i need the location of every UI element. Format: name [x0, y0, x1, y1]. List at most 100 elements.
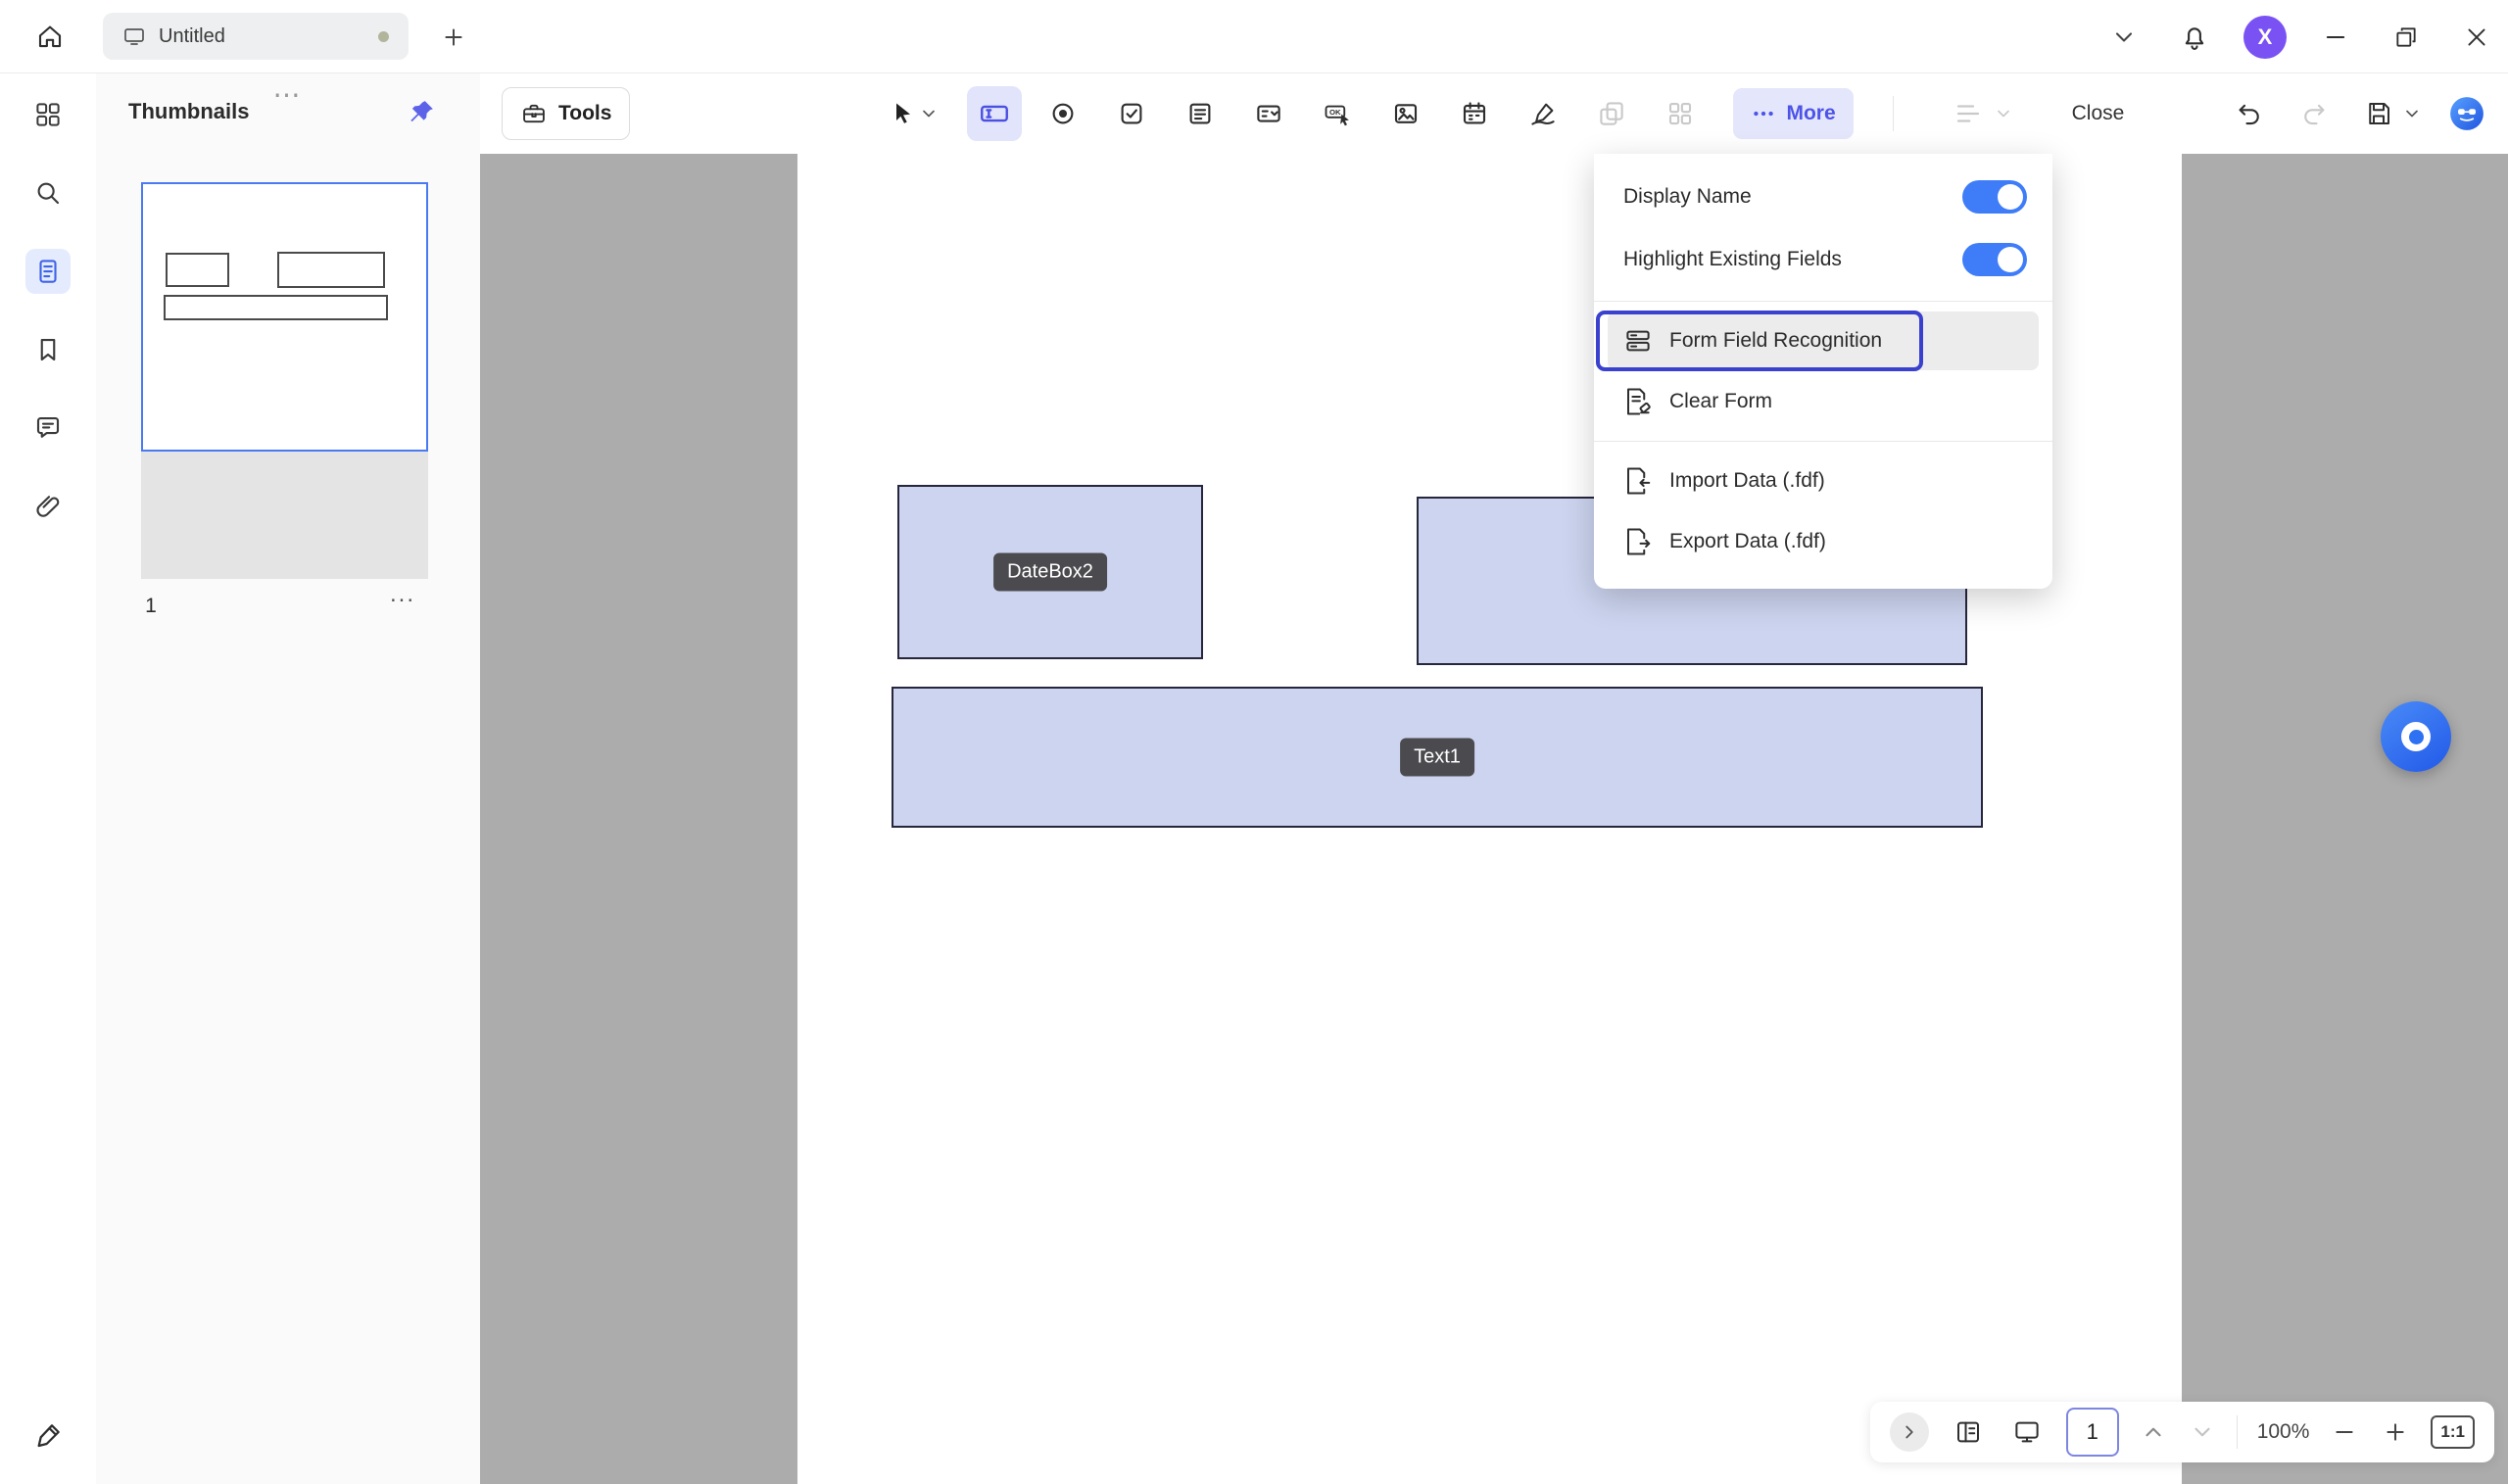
bookmarks-button[interactable] — [25, 327, 71, 372]
tools-button[interactable]: Tools — [502, 87, 630, 140]
menu-item-form-field-recognition[interactable]: Form Field Recognition — [1608, 311, 2039, 370]
home-button[interactable] — [26, 13, 73, 60]
push-button-icon: OK — [1323, 99, 1352, 128]
list-box-tool-button[interactable] — [1173, 86, 1228, 141]
import-data-icon — [1623, 466, 1653, 496]
ai-assistant-button[interactable] — [2447, 94, 2486, 133]
close-window-button[interactable] — [2455, 16, 2498, 59]
save-button[interactable] — [2359, 94, 2398, 133]
menu-item-label: Clear Form — [1669, 390, 1772, 413]
notifications-button[interactable] — [2173, 16, 2216, 59]
form-toolbar: Tools OK — [480, 73, 2508, 154]
view-statusbar: 100% 1:1 — [1870, 1402, 2494, 1462]
presentation-mode-button[interactable] — [2007, 1412, 2047, 1452]
close-form-mode-button[interactable]: Close — [2072, 102, 2125, 125]
thumbnail-field-mini-1 — [166, 253, 229, 287]
more-button[interactable]: More — [1733, 88, 1853, 139]
save-icon — [2364, 99, 2393, 128]
previous-page-button[interactable] — [2139, 1412, 2168, 1452]
cursor-icon — [890, 100, 917, 127]
chevron-down-icon[interactable] — [2402, 104, 2422, 123]
left-rail — [0, 73, 96, 1484]
pen-tool-icon — [32, 1420, 64, 1452]
form-field-datebox2[interactable]: DateBox2 — [897, 485, 1203, 659]
combo-box-tool-button[interactable] — [1241, 86, 1296, 141]
signature-field-icon — [1528, 99, 1558, 128]
image-field-icon — [1391, 99, 1421, 128]
pen-tools-button[interactable] — [25, 1413, 71, 1459]
minus-icon — [2332, 1419, 2357, 1445]
date-field-tool-button[interactable] — [1447, 86, 1502, 141]
field-name-badge: Text1 — [1400, 739, 1474, 777]
apps-grid-icon — [33, 100, 63, 129]
tab-title: Untitled — [159, 25, 225, 48]
arrange-fields-button — [1653, 86, 1708, 141]
text-field-icon — [978, 97, 1011, 130]
comment-icon — [33, 413, 63, 443]
zoom-out-button[interactable] — [2329, 1412, 2360, 1452]
undo-icon — [2235, 99, 2264, 128]
page-thumbnail[interactable] — [141, 182, 428, 452]
expand-statusbar-button[interactable] — [1890, 1412, 1929, 1452]
document-tab[interactable]: Untitled — [103, 13, 409, 60]
minimize-icon — [2322, 24, 2349, 51]
new-tab-button[interactable] — [433, 17, 474, 58]
field-list-panel-button[interactable] — [1949, 1412, 1988, 1452]
list-box-icon — [1185, 99, 1215, 128]
assistant-fab-button[interactable] — [2381, 701, 2451, 772]
toolbar-divider — [1893, 96, 1894, 131]
search-icon — [33, 178, 63, 208]
presentation-icon — [2012, 1417, 2042, 1447]
select-tool-button[interactable] — [875, 86, 953, 141]
page-number-input[interactable] — [2066, 1408, 2119, 1457]
push-button-tool-button[interactable]: OK — [1310, 86, 1365, 141]
thumbnails-panel-button[interactable] — [25, 249, 71, 294]
thumbnail-more-button[interactable]: ... — [390, 581, 415, 608]
titlebar-right-controls: X — [2102, 0, 2498, 73]
apps-grid-button[interactable] — [25, 92, 71, 137]
document-canvas: DateBox2 Text1 Display Name Highlight Ex… — [480, 154, 2508, 1484]
menu-item-export-data[interactable]: Export Data (.fdf) — [1608, 512, 2039, 571]
comments-button[interactable] — [25, 406, 71, 451]
menu-divider — [1594, 301, 2052, 302]
signature-field-tool-button[interactable] — [1516, 86, 1570, 141]
highlight-fields-toggle[interactable] — [1962, 243, 2027, 276]
restore-button[interactable] — [2385, 16, 2428, 59]
form-tools-group: OK More Close — [875, 86, 2124, 141]
chevron-down-icon — [2190, 1419, 2215, 1445]
copy-icon — [1597, 99, 1626, 128]
ellipsis-icon — [1751, 101, 1776, 126]
toolbar-right-group — [2230, 94, 2486, 133]
menu-item-clear-form[interactable]: Clear Form — [1608, 372, 2039, 431]
thumbnail-field-mini-3 — [164, 295, 388, 320]
checkbox-tool-button[interactable] — [1104, 86, 1159, 141]
more-dropdown-menu: Display Name Highlight Existing Fields F… — [1594, 154, 2052, 589]
pin-panel-button[interactable] — [402, 93, 441, 132]
form-field-text1[interactable]: Text1 — [892, 687, 1983, 828]
zoom-level-label[interactable]: 100% — [2257, 1420, 2310, 1444]
window-menu-button[interactable] — [2102, 16, 2146, 59]
account-avatar[interactable]: X — [2243, 16, 2287, 59]
image-field-tool-button[interactable] — [1378, 86, 1433, 141]
undo-button[interactable] — [2230, 94, 2269, 133]
chevron-down-icon — [1994, 104, 2013, 123]
text-field-tool-button[interactable] — [967, 86, 1022, 141]
copy-fields-button — [1584, 86, 1639, 141]
menu-item-import-data[interactable]: Import Data (.fdf) — [1608, 452, 2039, 510]
actual-size-button[interactable]: 1:1 — [2431, 1415, 2475, 1449]
page-thumbnails-icon — [33, 257, 63, 286]
thumbnails-panel: ⋯ Thumbnails 1 ... — [96, 73, 480, 1484]
thumbnail-field-mini-2 — [277, 252, 385, 288]
pin-icon — [407, 98, 436, 127]
display-name-toggle[interactable] — [1962, 180, 2027, 214]
attachments-button[interactable] — [25, 484, 71, 529]
search-button[interactable] — [25, 170, 71, 215]
radio-button-tool-button[interactable] — [1036, 86, 1090, 141]
align-tool-group — [1947, 86, 2013, 141]
save-group — [2359, 94, 2422, 133]
minimize-button[interactable] — [2314, 16, 2357, 59]
menu-item-label: Import Data (.fdf) — [1669, 469, 1825, 493]
document-tab-icon — [122, 24, 146, 48]
zoom-in-button[interactable] — [2380, 1412, 2411, 1452]
field-name-badge: DateBox2 — [993, 553, 1107, 592]
